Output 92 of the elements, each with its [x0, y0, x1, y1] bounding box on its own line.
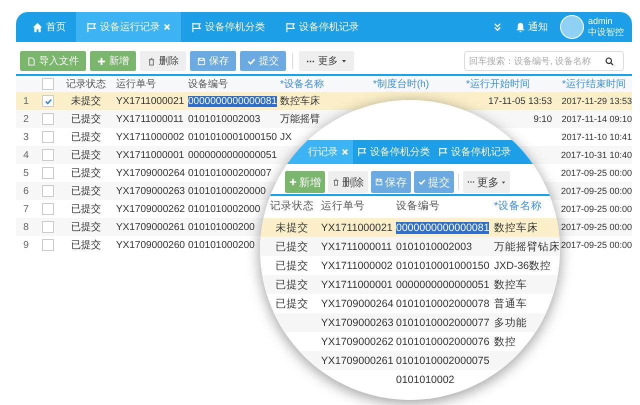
column-header: 记录状态 — [66, 79, 106, 90]
table-cell: 0101010002000 — [188, 204, 260, 214]
table-cell: 0101010001000150 — [188, 132, 277, 142]
table-cell: 2017-09-25 00:00 — [560, 186, 632, 196]
table-cell: YX1709000264 — [116, 168, 185, 178]
column-header: *制度台时(h) — [372, 79, 430, 90]
table-cell: 17-11-05 13:53 — [488, 96, 552, 106]
table-cell: 已提交 — [71, 150, 101, 161]
table-cell: YX1709000264 — [321, 298, 394, 310]
table-cell: 0101010002000078 — [396, 298, 490, 310]
table-cell: 2017-10-31 10:40 — [560, 150, 632, 160]
table-cell: 0000000000000081 — [396, 222, 490, 234]
table-cell: 数控车床 — [494, 222, 538, 234]
table-cell: 万能摇臂 — [280, 114, 320, 125]
table-cell: 已提交 — [71, 114, 101, 125]
row-number: 4 — [23, 150, 29, 160]
table-cell: 已提交 — [276, 278, 308, 290]
row-number: 3 — [23, 132, 29, 142]
row-number: 1 — [23, 96, 29, 106]
column-header: *设备名称 — [280, 79, 324, 90]
table-cell: YX1711000001 — [116, 150, 184, 160]
table-cell: 0101010002003 — [396, 240, 472, 252]
table-cell: 0000000000000051 — [396, 278, 490, 290]
table-cell: 2017-09-25 00:00 — [560, 222, 632, 232]
row-number: 9 — [23, 240, 29, 250]
table-cell: 万能摇臂钻床 — [494, 240, 560, 252]
table-cell: 2017-09-25 00:00 — [560, 204, 632, 214]
table-cell: 已提交 — [71, 132, 101, 143]
table-cell: 0101010002003 — [188, 114, 260, 124]
table-cell: 0000000000000051 — [188, 150, 277, 160]
table-cell: YX1709000262 — [116, 204, 185, 214]
table-cell: YX1711000002 — [321, 260, 393, 272]
table-cell: YX1709000263 — [321, 316, 394, 328]
table-cell: 数控 — [494, 336, 516, 348]
table-cell: YX1711000021 — [116, 96, 184, 106]
table-cell: YX1711000011 — [116, 114, 184, 124]
table-cell: YX1711000011 — [321, 240, 392, 252]
table-cell: 多功能 — [494, 316, 527, 328]
table-cell: 已提交 — [276, 240, 308, 252]
table-cell: 0101010002000077 — [396, 316, 490, 328]
table-cell: YX1711000001 — [321, 278, 393, 290]
table-cell: 已提交 — [276, 260, 308, 272]
table-cell: 010101000200 — [188, 240, 255, 250]
table-cell: 0000000000000081 — [188, 96, 277, 106]
table-cell: 已提交 — [276, 298, 308, 310]
table-cell: YX1709000261 — [116, 222, 185, 232]
table-cell: 已提交 — [71, 204, 101, 215]
table-cell: YX1709000263 — [116, 186, 185, 196]
table-cell: 0101010002 — [396, 374, 454, 386]
row-number: 7 — [23, 204, 29, 214]
column-header: 运行单号 — [116, 79, 156, 90]
table-cell: 2017-11-10 10:41 — [562, 132, 632, 142]
table-cell: 0101010002000076 — [396, 336, 490, 348]
table-cell: 未提交 — [276, 222, 308, 234]
table-cell: JX — [280, 132, 292, 142]
column-header: 记录状态 — [270, 200, 314, 212]
table-cell: 2017-09-25 00:00 — [560, 168, 632, 178]
user-name: admin — [588, 16, 614, 27]
row-number: 5 — [23, 168, 29, 178]
table-cell: 9:10 — [534, 114, 552, 124]
column-header: 设备编号 — [188, 79, 228, 90]
row-number: 2 — [23, 114, 29, 124]
table-cell: 2017-11-29 13:53 — [562, 96, 632, 106]
row-number: 6 — [23, 186, 29, 196]
table-cell: YX1709000262 — [321, 336, 394, 348]
table-cell: 已提交 — [71, 222, 101, 233]
table-cell: 数控车床 — [280, 96, 320, 107]
table-cell: 已提交 — [71, 240, 101, 251]
table-cell: 2017-09-25 00:00 — [560, 240, 632, 250]
table-cell: 01010100020000 — [188, 186, 266, 196]
table-cell: 2017-11-14 09:10 — [562, 114, 632, 124]
column-header: *设备名称 — [494, 200, 542, 212]
table-cell: JXD-36数控 — [494, 260, 552, 272]
table-cell: 010101000200007 — [188, 168, 272, 178]
table-cell: 010101000200 — [188, 222, 255, 232]
table-cell: 已提交 — [71, 168, 101, 179]
table-cell: 普通车 — [494, 298, 527, 310]
table-cell: YX1711000002 — [116, 132, 184, 142]
column-header: 设备编号 — [396, 200, 440, 212]
table-cell: 0101010001000150 — [396, 260, 490, 272]
column-header: 运行单号 — [321, 200, 365, 212]
row-number: 8 — [23, 222, 29, 232]
table-cell: 已提交 — [71, 186, 101, 197]
table-cell: 0101010002000075 — [396, 354, 490, 366]
table-cell: 未提交 — [71, 96, 101, 107]
column-header: *运行结束时间 — [562, 79, 626, 90]
table-cell: YX1709000260 — [116, 240, 185, 250]
table-cell: YX1711000021 — [321, 222, 393, 234]
table-cell: YX1709000261 — [321, 354, 394, 366]
column-header: *运行开始时间 — [466, 79, 530, 90]
user-org: 中设智控 — [588, 27, 624, 38]
table-cell: 数控车 — [494, 278, 527, 290]
